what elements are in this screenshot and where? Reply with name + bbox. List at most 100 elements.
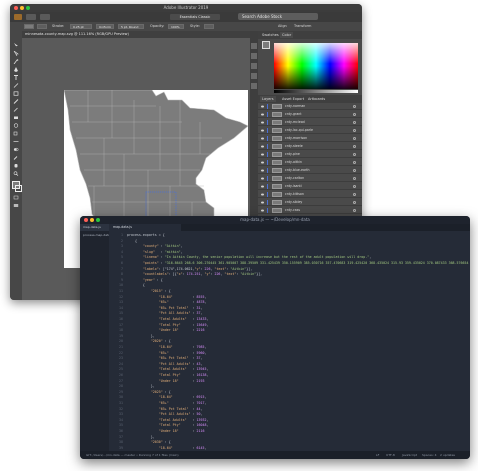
target-circle-icon[interactable] [353,185,356,188]
tab-color[interactable]: Color [280,32,294,38]
status-line-ending[interactable]: LF [376,451,379,459]
hand-tool-icon[interactable] [13,163,19,168]
layer-row[interactable]: cnty-blue-earth [258,167,362,174]
grayscale-ramp[interactable] [274,90,358,93]
status-grammar[interactable]: JavaScript [402,451,417,459]
tab-swatches[interactable]: Swatches [260,32,281,38]
tab-artboards[interactable]: Artboards [306,96,327,102]
layer-row[interactable]: cnty-kittson [258,191,362,198]
eye-icon[interactable] [261,201,264,204]
target-circle-icon[interactable] [353,161,356,164]
eraser-tool-icon[interactable] [13,115,19,120]
graphic-styles-icon[interactable] [251,83,257,89]
selection-tool-icon[interactable] [13,43,19,48]
target-circle-icon[interactable] [353,129,356,132]
tab-asset-export[interactable]: Asset Export [280,96,306,102]
draw-mode-icon[interactable] [13,195,19,200]
layer-row[interactable]: cnty-morrison [258,135,362,142]
target-circle-icon[interactable] [353,153,356,156]
tab-layers[interactable]: Layers [260,96,276,102]
layer-row[interactable]: cnty-mcleod [258,119,362,126]
layer-row[interactable]: cnty-lac-qui-parle [258,127,362,134]
line-tool-icon[interactable] [13,83,19,88]
layer-name[interactable]: cnty-isanti [285,183,302,190]
rectangle-tool-icon[interactable] [13,91,19,96]
layer-row[interactable]: cnty-aitkin [258,159,362,166]
layer-name[interactable]: cnty-norman [285,103,305,110]
opacity-field[interactable]: 100% [168,24,184,29]
sidebar-file-item[interactable]: process-map-data.js [80,232,109,238]
layer-name[interactable]: cnty-pine [285,151,300,158]
eye-icon[interactable] [261,169,264,172]
layer-row[interactable]: cnty-steele [258,143,362,150]
target-circle-icon[interactable] [353,105,356,108]
layer-name[interactable]: cnty-lac-qui-parle [285,127,313,134]
magic-wand-tool-icon[interactable] [13,59,19,64]
target-circle-icon[interactable] [353,193,356,196]
width-tool-icon[interactable] [13,139,19,144]
fill-swatch[interactable] [24,24,34,29]
code-editor[interactable]: 1 process.exports = {2 {3 "county" : "Ait… [109,231,470,451]
eye-icon[interactable] [261,145,264,148]
layer-row[interactable]: cnty-sibley [258,199,362,206]
rotate-tool-icon[interactable] [13,123,19,128]
document-tab[interactable]: minnesota-county-map.svg @ 111.16% (RGB/… [22,31,250,38]
pencil-tool-icon[interactable] [13,107,19,112]
properties-icon[interactable] [251,43,257,49]
zoom-tool-icon[interactable] [13,171,19,176]
brushes-icon[interactable] [251,63,257,69]
target-circle-icon[interactable] [353,201,356,204]
brush-select[interactable]: 5 pt. Round [118,24,144,29]
direct-selection-tool-icon[interactable] [13,51,19,56]
editor-tab[interactable]: map-data.js [109,224,181,231]
stroke-weight-field[interactable]: 0.25 pt [70,24,92,29]
eye-icon[interactable] [261,209,264,212]
eye-icon[interactable] [261,105,264,108]
stroke-color-box[interactable] [15,185,22,192]
profile-select[interactable]: Uniform [96,24,114,29]
eye-icon[interactable] [261,129,264,132]
target-circle-icon[interactable] [353,177,356,180]
status-indent[interactable]: Spaces: 4 [422,451,437,459]
align-link[interactable]: Align [278,23,287,30]
eyedropper-tool-icon[interactable] [13,155,19,160]
layer-name[interactable]: cnty-grant [285,111,302,118]
layer-row[interactable]: cnty-norman [258,103,362,110]
symbols-icon[interactable] [251,73,257,79]
layer-name[interactable]: cnty-cass [285,207,300,214]
paintbrush-tool-icon[interactable] [13,99,19,104]
type-tool-icon[interactable] [13,75,19,80]
layer-row[interactable]: cnty-carlton [258,175,362,182]
target-circle-icon[interactable] [353,209,356,212]
layer-name[interactable]: cnty-aitkin [285,159,302,166]
color-spectrum[interactable] [274,43,358,89]
pen-tool-icon[interactable] [13,67,19,72]
eye-icon[interactable] [261,193,264,196]
libraries-icon[interactable] [251,53,257,59]
target-circle-icon[interactable] [353,113,356,116]
transform-link[interactable]: Transform [294,23,311,30]
scale-tool-icon[interactable] [13,131,19,136]
layer-name[interactable]: cnty-sibley [285,199,302,206]
screen-mode-icon[interactable] [13,203,19,208]
layer-row[interactable]: cnty-grant [258,111,362,118]
color-fill-box[interactable] [262,41,270,49]
layer-row[interactable]: cnty-cass [258,207,362,214]
bridge-button[interactable] [26,14,36,20]
target-circle-icon[interactable] [353,169,356,172]
eye-icon[interactable] [261,113,264,116]
eye-icon[interactable] [261,161,264,164]
layer-name[interactable]: cnty-mcleod [285,119,305,126]
target-circle-icon[interactable] [353,121,356,124]
stroke-swatch[interactable] [37,24,47,29]
eye-icon[interactable] [261,185,264,188]
target-circle-icon[interactable] [353,137,356,140]
layer-row[interactable]: cnty-isanti [258,183,362,190]
workspace-switcher[interactable]: Essentials Classic [170,14,220,20]
stock-search-input[interactable]: Search Adobe Stock [238,13,318,20]
eye-icon[interactable] [261,121,264,124]
eye-icon[interactable] [261,153,264,156]
eye-icon[interactable] [261,177,264,180]
eye-icon[interactable] [261,137,264,140]
shape-builder-tool-icon[interactable] [13,147,19,152]
